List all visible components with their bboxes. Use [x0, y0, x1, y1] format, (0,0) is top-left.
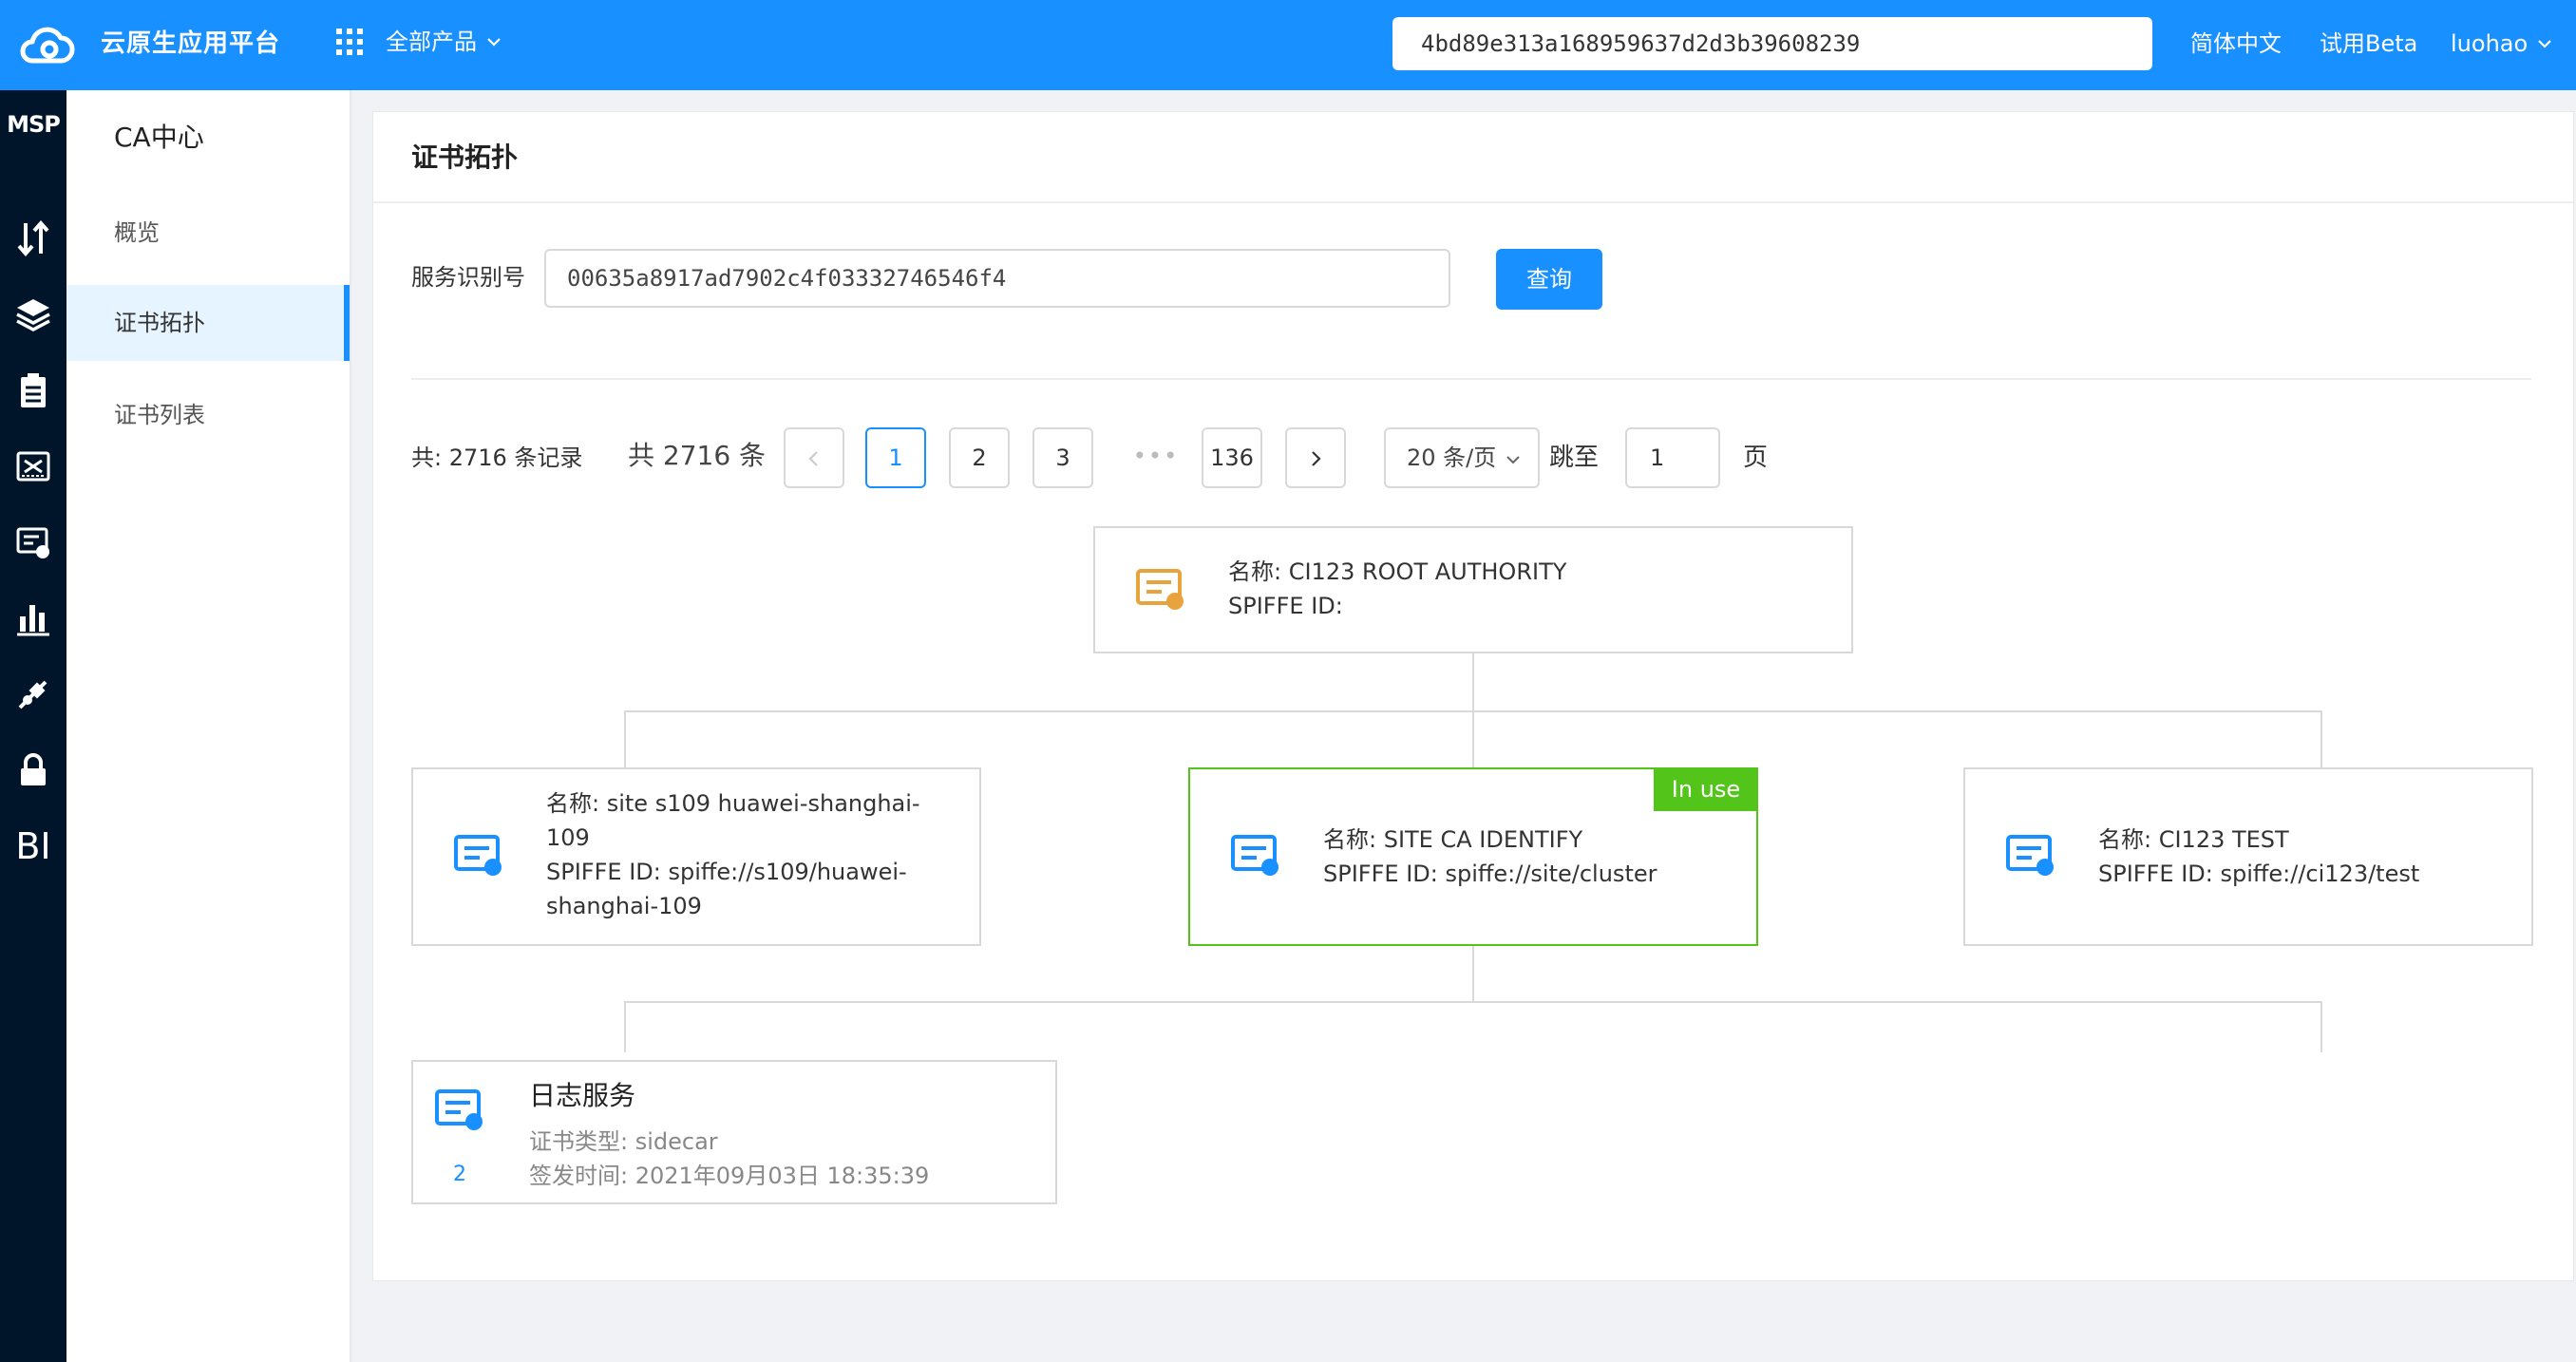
jump-to-page-input[interactable] — [1625, 427, 1720, 488]
root-cert-node[interactable]: 名称: CI123 ROOT AUTHORITY SPIFFE ID: — [1093, 526, 1853, 653]
chevron-down-icon — [487, 38, 501, 47]
all-products-dropdown[interactable]: 全部产品 — [386, 25, 502, 59]
in-use-badge: In use — [1654, 767, 1758, 811]
chevron-left-icon — [808, 451, 818, 466]
page-button-1[interactable]: 1 — [865, 427, 926, 488]
connector-line — [624, 1001, 626, 1052]
jump-to-label: 跳至 — [1549, 444, 1600, 472]
try-beta-link[interactable]: 试用Beta — [2320, 27, 2417, 61]
clipboard-icon[interactable] — [0, 364, 66, 417]
service-name: 日志服务 — [529, 1080, 636, 1111]
ca-center-menu: CA中心 概览 证书拓扑 证书列表 — [66, 90, 351, 1362]
certificate-icon — [2006, 835, 2054, 876]
cert-topology-card: 证书拓扑 服务识别号 查询 共: 2716 条记录 共 2716 条 1 2 3… — [372, 111, 2574, 1281]
divider — [411, 378, 2531, 380]
connector-line — [1472, 653, 1474, 712]
connector-line — [2320, 710, 2322, 767]
app-title[interactable]: 云原生应用平台 — [101, 27, 280, 61]
certificate-icon — [1231, 835, 1279, 876]
cloud-logo-icon[interactable] — [13, 19, 78, 68]
page-title: 证书拓扑 — [373, 112, 2573, 203]
root-certificate-icon — [1136, 569, 1184, 610]
page-button-3[interactable]: 3 — [1032, 427, 1093, 488]
page-ellipsis[interactable]: ••• — [1126, 427, 1186, 488]
chevron-down-icon — [2538, 40, 2551, 48]
certificate-icon — [435, 1089, 483, 1130]
child-cert-name: 名称: CI123 TEST — [2098, 826, 2289, 853]
plug-icon[interactable] — [0, 668, 66, 721]
connector-line — [1472, 946, 1474, 1003]
certificate-icon — [454, 835, 502, 876]
root-cert-spiffe: SPIFFE ID: — [1228, 593, 1343, 619]
child-cert-spiffe: SPIFFE ID: spiffe://ci123/test — [2098, 861, 2420, 887]
bar-chart-icon[interactable] — [0, 592, 66, 645]
rail-title[interactable]: MSP — [0, 111, 66, 138]
page-button-136[interactable]: 136 — [1202, 427, 1262, 488]
next-page-button[interactable] — [1285, 427, 1346, 488]
root-cert-name: 名称: CI123 ROOT AUTHORITY — [1228, 558, 1567, 585]
apps-grid-icon[interactable] — [336, 28, 363, 55]
page-size-select[interactable]: 20 条/页 — [1384, 427, 1540, 488]
prev-page-button[interactable] — [784, 427, 844, 488]
page-unit-label: 页 — [1743, 444, 1769, 472]
child-cert-name: 名称: site s109 huawei-shanghai- — [546, 790, 920, 817]
global-search-input[interactable] — [1392, 17, 2152, 70]
certificate-monitor-icon[interactable] — [0, 516, 66, 569]
child-cert-spiffe: SPIFFE ID: spiffe://s109/huawei- — [546, 859, 907, 885]
service-id-label: 服务识别号 — [411, 264, 525, 291]
submenu-item-cert-topology[interactable]: 证书拓扑 — [66, 285, 350, 361]
bi-icon[interactable]: BI — [0, 820, 66, 873]
page-button-2[interactable]: 2 — [949, 427, 1010, 488]
connector-line — [1472, 710, 1474, 767]
total-count-text: 共 2716 条 — [628, 440, 767, 471]
service-cert-count[interactable]: 2 — [434, 1161, 485, 1189]
child-cert-spiffe: SPIFFE ID: spiffe://site/cluster — [1323, 861, 1657, 887]
lock-icon[interactable] — [0, 744, 66, 797]
connector-line — [624, 1001, 2322, 1003]
product-icon-rail: MSP BI — [0, 90, 66, 1362]
language-switch[interactable]: 简体中文 — [2190, 27, 2282, 61]
chevron-right-icon — [1312, 451, 1321, 466]
chevron-down-icon — [1506, 456, 1520, 464]
user-name: luohao — [2451, 30, 2529, 57]
service-id-input[interactable] — [544, 249, 1450, 308]
service-cert-node[interactable]: 2 日志服务 证书类型: sidecar 签发时间: 2021年09月03日 1… — [411, 1060, 1057, 1204]
connector-line — [624, 710, 626, 767]
child-cert-spiffe-cont: shanghai-109 — [546, 893, 702, 919]
child-cert-node[interactable]: 名称: site s109 huawei-shanghai- 109 SPIFF… — [411, 767, 981, 946]
query-button[interactable]: 查询 — [1496, 249, 1602, 310]
child-cert-name-cont: 109 — [546, 824, 590, 851]
service-issue-time: 签发时间: 2021年09月03日 18:35:39 — [529, 1163, 930, 1189]
child-cert-node-in-use[interactable]: In use 名称: SITE CA IDENTIFY SPIFFE ID: s… — [1188, 767, 1758, 946]
user-menu[interactable]: luohao — [2451, 27, 2552, 61]
top-nav-bar: 云原生应用平台 全部产品 简体中文 试用Beta luohao — [0, 0, 2576, 90]
transfer-icon[interactable] — [0, 212, 66, 265]
service-cert-type: 证书类型: sidecar — [529, 1128, 718, 1155]
submenu-title: CA中心 — [114, 122, 204, 153]
submenu-item-cert-list[interactable]: 证书列表 — [66, 377, 350, 453]
connector-line — [2320, 1001, 2322, 1052]
submenu-item-overview[interactable]: 概览 — [66, 195, 350, 271]
child-cert-name: 名称: SITE CA IDENTIFY — [1323, 826, 1583, 853]
child-cert-node[interactable]: 名称: CI123 TEST SPIFFE ID: spiffe://ci123… — [1963, 767, 2533, 946]
gateway-icon[interactable] — [0, 440, 66, 493]
page-size-value: 20 条/页 — [1407, 445, 1497, 471]
layers-icon[interactable] — [0, 288, 66, 341]
total-records-text: 共: 2716 条记录 — [411, 445, 583, 471]
all-products-label: 全部产品 — [386, 28, 477, 55]
